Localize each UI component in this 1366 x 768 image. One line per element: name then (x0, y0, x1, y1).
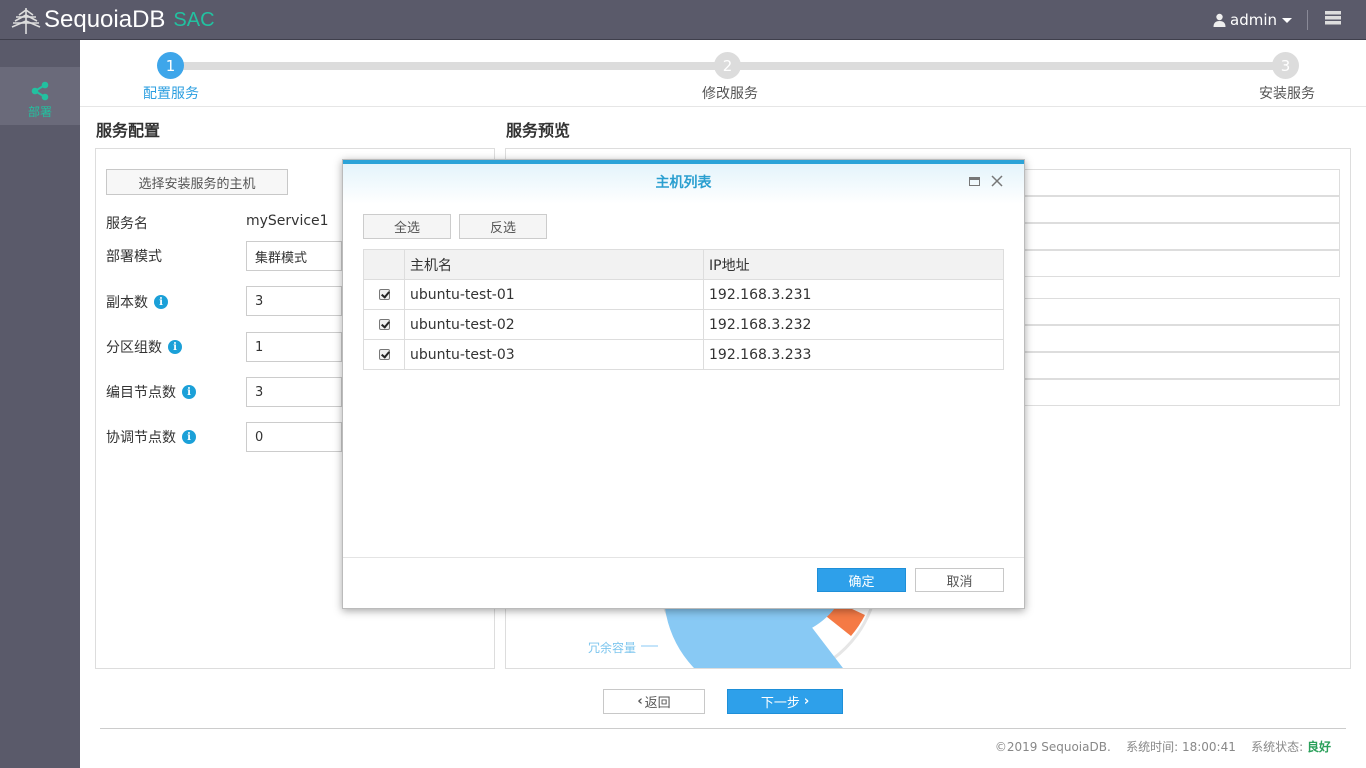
column-header-hostname: 主机名 (404, 249, 704, 280)
step-2-label: 修改服务 (702, 86, 758, 102)
table-row[interactable]: ubuntu-test-03 192.168.3.233 (363, 339, 1004, 370)
table-header-row: 主机名 IP地址 (363, 249, 1004, 280)
ip-cell: 192.168.3.231 (703, 279, 1004, 310)
next-button-label: 下一步 (760, 696, 800, 711)
dialog-title: 主机列表 (655, 175, 712, 191)
back-button-label: 返回 (644, 696, 671, 711)
chevron-left-icon: ‹ (637, 694, 643, 709)
steps-divider (80, 106, 1366, 107)
system-time-value: 18:00:41 (1181, 740, 1236, 754)
row-checkbox-cell (363, 309, 405, 340)
legend-redundant-label: 冗余容量 (588, 641, 637, 655)
user-menu[interactable]: admin (1213, 0, 1292, 40)
hostname-cell: ubuntu-test-01 (404, 279, 704, 310)
coord-input[interactable]: 0 (246, 422, 342, 452)
server-list-icon[interactable] (1325, 11, 1341, 25)
dialog-footer-divider (343, 557, 1024, 558)
preview-table-row (1024, 250, 1340, 277)
next-button[interactable]: 下一步 › (727, 689, 843, 714)
table-row[interactable]: ubuntu-test-01 192.168.3.231 (363, 279, 1004, 310)
step-3-indicator: 3 (1272, 52, 1299, 79)
user-icon (1213, 13, 1226, 27)
info-icon[interactable]: i (182, 430, 196, 444)
row-checkbox[interactable] (378, 289, 390, 300)
row-checkbox-cell (363, 279, 405, 310)
replica-input[interactable]: 3 (246, 286, 342, 316)
sidebar-item-label: 部署 (27, 105, 52, 119)
hostname-cell: ubuntu-test-02 (404, 309, 704, 340)
preview-table-row (1024, 325, 1340, 352)
info-icon[interactable]: i (168, 340, 182, 354)
checkbox-header (363, 249, 405, 280)
system-status-value: 良好 (1306, 740, 1331, 754)
confirm-button[interactable]: 确定 (817, 568, 906, 592)
row-checkbox[interactable] (378, 349, 390, 360)
preview-table-row (1024, 169, 1340, 196)
service-name-label: 服务名 (106, 216, 148, 232)
config-title: 服务配置 (96, 121, 161, 140)
select-all-button[interactable]: 全选 (363, 214, 451, 239)
cancel-button[interactable]: 取消 (915, 568, 1004, 592)
tree-logo-icon (11, 8, 41, 34)
column-header-ip: IP地址 (703, 249, 1004, 280)
step-1-indicator: 1 (157, 52, 184, 79)
preview-table-row (1024, 298, 1340, 325)
top-bar: SequoiaDB SAC admin (0, 0, 1366, 40)
deploy-mode-label: 部署模式 (106, 249, 162, 265)
preview-table-row (1024, 352, 1340, 379)
catalog-input[interactable]: 3 (246, 377, 342, 407)
coord-label: 协调节点数 i (106, 427, 196, 447)
product-name: SAC (173, 8, 215, 31)
info-icon[interactable]: i (154, 295, 168, 309)
preview-table-row (1024, 223, 1340, 250)
partition-input[interactable]: 1 (246, 332, 342, 362)
footer-divider (100, 728, 1346, 729)
row-checkbox[interactable] (378, 319, 390, 330)
chevron-right-icon: › (803, 694, 810, 709)
system-status-label: 系统状态: (1251, 740, 1304, 754)
select-hosts-button[interactable]: 选择安装服务的主机 (106, 169, 288, 195)
preview-title: 服务预览 (506, 121, 571, 140)
info-icon[interactable]: i (182, 385, 196, 399)
share-icon (31, 81, 49, 101)
preview-table-row (1024, 379, 1340, 406)
close-icon[interactable] (990, 174, 1004, 188)
back-button[interactable]: ‹ 返回 (603, 689, 705, 714)
sidebar-item-deploy[interactable]: 部署 (0, 67, 80, 125)
ip-cell: 192.168.3.233 (703, 339, 1004, 370)
user-name: admin (1230, 11, 1277, 29)
footer: ©2019 SequoiaDB. 系统时间: 18:00:41 系统状态: 良好 (995, 738, 1331, 755)
service-name-value: myService1 (246, 213, 329, 229)
step-2-indicator: 2 (714, 52, 741, 79)
invert-selection-button[interactable]: 反选 (459, 214, 547, 239)
system-time-label: 系统时间: (1126, 740, 1179, 754)
ip-cell: 192.168.3.232 (703, 309, 1004, 340)
footer-copyright: ©2019 SequoiaDB. (994, 740, 1111, 754)
host-list-dialog: 主机列表 全选 反选 主机名 IP地址 ubuntu-test-01 192.1… (342, 159, 1025, 609)
row-checkbox-cell (363, 339, 405, 370)
table-row[interactable]: ubuntu-test-02 192.168.3.232 (363, 309, 1004, 340)
replica-label: 副本数 i (106, 292, 168, 312)
partition-label: 分区组数 i (106, 337, 182, 357)
sidebar: 部署 (0, 40, 80, 768)
host-table: 主机名 IP地址 ubuntu-test-01 192.168.3.231 ub… (363, 249, 1004, 370)
header-divider (1307, 10, 1308, 30)
step-3-label: 安装服务 (1259, 86, 1315, 102)
maximize-icon[interactable] (969, 177, 980, 186)
app-name: SequoiaDB (44, 6, 166, 33)
catalog-label: 编目节点数 i (106, 382, 196, 402)
step-1-label: 配置服务 (143, 86, 199, 102)
hostname-cell: ubuntu-test-03 (404, 339, 704, 370)
preview-table-row (1024, 196, 1340, 223)
deploy-mode-select[interactable]: 集群模式 (246, 241, 342, 271)
chevron-down-icon (1282, 17, 1292, 23)
logo[interactable]: SequoiaDB SAC (10, 4, 215, 36)
